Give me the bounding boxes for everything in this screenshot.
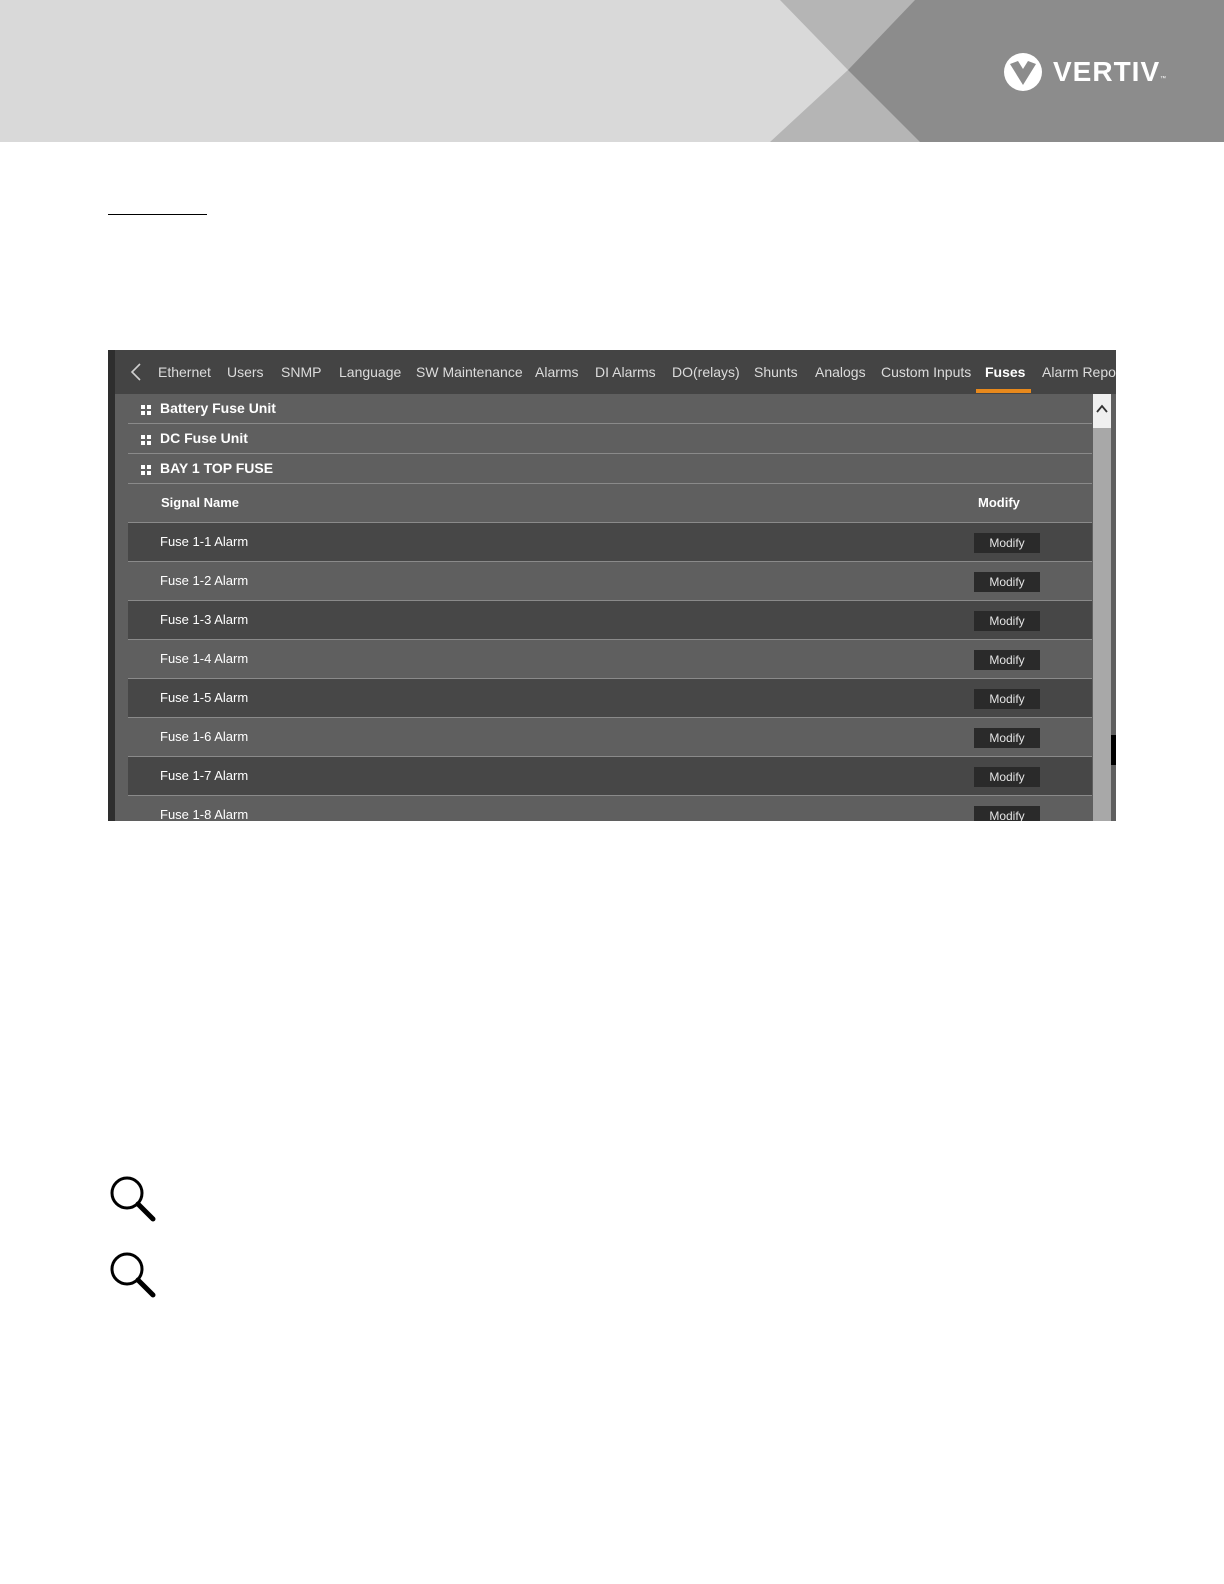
scroll-up-button[interactable] [1093, 394, 1111, 428]
section-label: DC Fuse Unit [160, 430, 248, 446]
tab-do-relays[interactable]: DO(relays) [672, 364, 740, 380]
table-row: Fuse 1-5 Alarm Modify [128, 679, 1092, 718]
modify-button[interactable]: Modify [974, 728, 1040, 748]
tab-sw-maintenance[interactable]: SW Maintenance [416, 364, 523, 380]
vertical-scrollbar[interactable] [1093, 394, 1111, 821]
tab-fuses[interactable]: Fuses [985, 364, 1025, 380]
section-label: BAY 1 TOP FUSE [160, 460, 274, 476]
tab-ethernet[interactable]: Ethernet [158, 364, 211, 380]
signal-name: Fuse 1-1 Alarm [160, 534, 249, 549]
tab-alarms[interactable]: Alarms [535, 364, 579, 380]
active-tab-indicator [976, 389, 1031, 393]
modify-button[interactable]: Modify [974, 572, 1040, 592]
vertiv-logo-icon [1004, 53, 1042, 91]
tab-shunts[interactable]: Shunts [754, 364, 798, 380]
section-bay-1-top-fuse[interactable]: BAY 1 TOP FUSE [128, 454, 1092, 484]
title-underline [108, 214, 207, 215]
signal-name: Fuse 1-4 Alarm [160, 651, 249, 666]
panel-edge-marker [1111, 735, 1116, 765]
logo-wordmark: VERTIV [1053, 56, 1161, 87]
table-row: Fuse 1-3 Alarm Modify [128, 601, 1092, 640]
signal-name: Fuse 1-5 Alarm [160, 690, 249, 705]
left-edge [108, 350, 115, 821]
grid-icon [141, 465, 151, 475]
vertiv-logo: VERTIV ™ [1003, 52, 1166, 92]
signal-name: Fuse 1-8 Alarm [160, 807, 249, 821]
column-signal-name: Signal Name [161, 495, 240, 510]
table-row: Fuse 1-4 Alarm Modify [128, 640, 1092, 679]
magnifier-icon [110, 1176, 156, 1222]
table-header: Signal Name Modify [128, 484, 1092, 523]
table-row: Fuse 1-1 Alarm Modify [128, 523, 1092, 562]
signal-name: Fuse 1-2 Alarm [160, 573, 249, 588]
grid-icon [141, 405, 151, 415]
modify-button[interactable]: Modify [974, 689, 1040, 709]
tab-bar: Ethernet Users SNMP Language SW Maintena… [115, 350, 1116, 394]
fuses-panel: Battery Fuse Unit DC Fuse Unit BAY 1 TOP… [128, 394, 1092, 821]
fuses-settings-screenshot: Ethernet Users SNMP Language SW Maintena… [108, 350, 1116, 821]
modify-button[interactable]: Modify [974, 611, 1040, 631]
modify-button[interactable]: Modify [974, 806, 1040, 821]
table-row: Fuse 1-6 Alarm Modify [128, 718, 1092, 757]
section-label: Battery Fuse Unit [160, 400, 276, 416]
tab-users[interactable]: Users [227, 364, 264, 380]
signal-name: Fuse 1-3 Alarm [160, 612, 249, 627]
modify-button[interactable]: Modify [974, 650, 1040, 670]
signal-name: Fuse 1-6 Alarm [160, 729, 249, 744]
modify-button[interactable]: Modify [974, 767, 1040, 787]
tab-analogs[interactable]: Analogs [815, 364, 866, 380]
tab-custom-inputs[interactable]: Custom Inputs [881, 364, 971, 380]
tab-alarm-report[interactable]: Alarm Repo [1042, 364, 1116, 380]
table-row: Fuse 1-2 Alarm Modify [128, 562, 1092, 601]
tab-di-alarms[interactable]: DI Alarms [595, 364, 656, 380]
column-modify: Modify [978, 495, 1020, 510]
chevron-up-icon [1096, 404, 1108, 413]
header-banner: VERTIV ™ [0, 0, 1224, 142]
grid-icon [141, 435, 151, 445]
section-dc-fuse-unit[interactable]: DC Fuse Unit [128, 424, 1092, 454]
tab-language[interactable]: Language [339, 364, 401, 380]
magnifier-icon [110, 1252, 156, 1298]
table-row: Fuse 1-7 Alarm Modify [128, 757, 1092, 796]
chevron-left-icon[interactable] [127, 362, 147, 382]
section-battery-fuse-unit[interactable]: Battery Fuse Unit [128, 394, 1092, 424]
table-row: Fuse 1-8 Alarm Modify [128, 796, 1092, 821]
trademark-symbol: ™ [1160, 76, 1167, 82]
tab-snmp[interactable]: SNMP [281, 364, 321, 380]
signal-name: Fuse 1-7 Alarm [160, 768, 249, 783]
modify-button[interactable]: Modify [974, 533, 1040, 553]
